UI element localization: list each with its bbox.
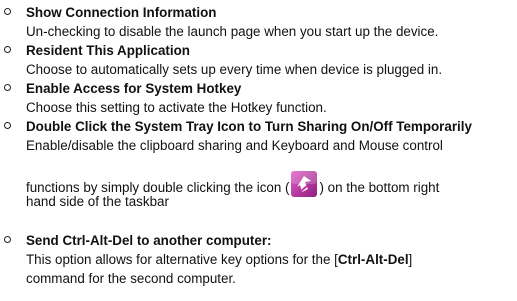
bullet-icon: [4, 122, 11, 129]
bullet-icon: [4, 8, 11, 15]
option-description-line-2: command for the second computer.: [26, 271, 236, 286]
option-description-line-1: This option allows for alternative key o…: [26, 251, 412, 268]
option-description: Choose to automatically sets up every ti…: [26, 62, 443, 77]
option-description-line-1: Enable/disable the clipboard sharing and…: [26, 138, 443, 153]
option-title: Show Connection Information: [26, 5, 217, 20]
line-1-text-end: ]: [408, 252, 413, 267]
option-description: Choose this setting to activate the Hotk…: [26, 100, 327, 115]
bullet-icon: [4, 46, 11, 53]
line-2-text-after: ) on the bottom right: [319, 180, 440, 195]
bullet-icon: [4, 84, 11, 91]
option-description: Un-checking to disable the launch page w…: [26, 24, 439, 39]
option-title: Enable Access for System Hotkey: [26, 81, 242, 96]
settings-document: Show Connection Information Un-checking …: [0, 0, 517, 301]
option-title: Resident This Application: [26, 43, 190, 58]
option-description-line-3: hand side of the taskbar: [26, 194, 169, 209]
option-title: Double Click the System Tray Icon to Tur…: [26, 119, 472, 134]
ctrl-alt-del-key: Ctrl-Alt-Del: [337, 252, 409, 267]
option-title: Send Ctrl-Alt-Del to another computer:: [26, 233, 272, 248]
bullet-icon: [4, 236, 11, 243]
system-tray-sharing-icon: [290, 170, 318, 198]
line-1-text: This option allows for alternative key o…: [26, 252, 338, 267]
